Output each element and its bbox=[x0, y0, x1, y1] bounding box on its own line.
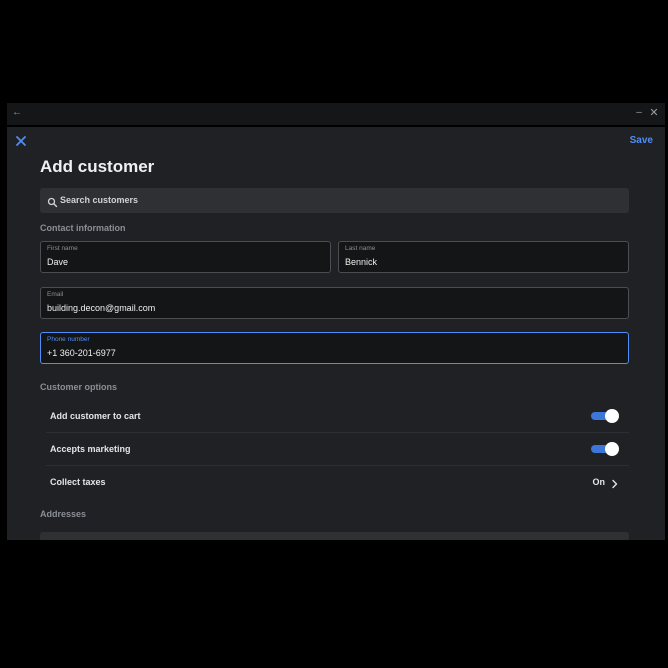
close-icon[interactable] bbox=[13, 133, 29, 149]
accepts-marketing-toggle[interactable] bbox=[591, 442, 619, 456]
phone-number-value: +1 360-201-6977 bbox=[47, 348, 116, 358]
addresses-heading: Addresses bbox=[40, 509, 87, 519]
search-input[interactable]: Search customers bbox=[40, 188, 629, 213]
save-button[interactable]: Save bbox=[630, 135, 653, 146]
phone-number-label: Phone number bbox=[47, 336, 90, 343]
phone-number-field[interactable]: Phone number +1 360-201-6977 bbox=[40, 332, 629, 364]
last-name-field[interactable]: Last name Bennick bbox=[338, 241, 629, 273]
toggle-knob bbox=[605, 442, 619, 456]
email-field[interactable]: Email building.decon@gmail.com bbox=[40, 287, 629, 319]
back-arrow-icon[interactable]: ← bbox=[10, 106, 24, 120]
toggle-knob bbox=[605, 409, 619, 423]
chevron-right-icon bbox=[611, 476, 619, 489]
first-name-label: First name bbox=[47, 245, 78, 252]
add-customer-to-cart-label: Add customer to cart bbox=[50, 411, 141, 421]
collect-taxes-value: On bbox=[592, 477, 606, 487]
accepts-marketing-row[interactable]: Accepts marketing bbox=[46, 433, 629, 466]
minimize-icon[interactable]: – bbox=[633, 106, 645, 120]
first-name-value: Dave bbox=[47, 257, 69, 267]
collect-taxes-row[interactable]: Collect taxes On bbox=[46, 466, 629, 499]
search-icon bbox=[47, 195, 58, 208]
add-customer-to-cart-toggle[interactable] bbox=[591, 409, 619, 423]
customer-options-list: Add customer to cart Accepts marketing C… bbox=[46, 400, 629, 499]
last-name-label: Last name bbox=[345, 245, 376, 252]
window-titlebar: ← – ✕ bbox=[7, 103, 665, 125]
customer-options-heading: Customer options bbox=[40, 382, 118, 392]
window-close-icon[interactable]: ✕ bbox=[648, 106, 660, 120]
add-customer-dialog: Save Add customer Search customers Conta… bbox=[7, 127, 665, 540]
accepts-marketing-label: Accepts marketing bbox=[50, 444, 131, 454]
email-label: Email bbox=[47, 291, 64, 298]
add-customer-to-cart-row[interactable]: Add customer to cart bbox=[46, 400, 629, 433]
first-name-field[interactable]: First name Dave bbox=[40, 241, 331, 273]
search-placeholder: Search customers bbox=[60, 195, 139, 205]
email-value: building.decon@gmail.com bbox=[47, 303, 156, 313]
contact-information-heading: Contact information bbox=[40, 223, 126, 233]
last-name-value: Bennick bbox=[345, 257, 378, 267]
page-title: Add customer bbox=[40, 157, 155, 176]
collect-taxes-label: Collect taxes bbox=[50, 477, 106, 487]
add-address-button[interactable] bbox=[40, 532, 629, 540]
